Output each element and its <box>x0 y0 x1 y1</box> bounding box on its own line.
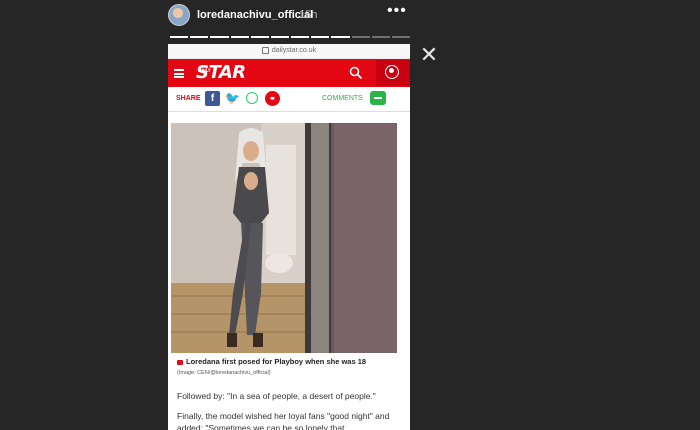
article-paragraph: Finally, the model wished her loyal fans… <box>177 411 390 430</box>
comment-icon[interactable] <box>370 91 386 105</box>
menu-icon[interactable] <box>174 69 184 78</box>
progress-segment <box>270 36 290 38</box>
site-header: DAILY STAR <box>168 59 410 87</box>
photo-credit: (Image: CEN/@loredanachivu_official) <box>177 370 271 376</box>
lock-icon <box>261 46 269 54</box>
progress-segment <box>210 36 229 38</box>
progress-segment <box>311 36 330 38</box>
progress-segment <box>291 36 310 38</box>
browser-url-bar: dailystar.co.uk <box>168 44 410 58</box>
facebook-icon[interactable]: f <box>205 91 220 106</box>
progress-segment <box>190 36 209 38</box>
account-icon <box>385 65 399 79</box>
story-header: loredanachivu_official 15h ••• <box>168 0 411 40</box>
progress-segment <box>250 36 269 38</box>
progress-segment <box>391 36 411 38</box>
photo-caption: Loredana first posed for Playboy when sh… <box>177 357 397 366</box>
article-body: Loredana first posed for Playboy when sh… <box>168 112 410 430</box>
caption-text: Loredana first posed for Playboy when sh… <box>186 357 367 366</box>
more-options-icon[interactable]: ••• <box>387 3 407 19</box>
twitter-icon[interactable]: 🐦 <box>225 91 240 106</box>
search-icon[interactable] <box>349 66 363 80</box>
story-timestamp: 15h <box>299 9 318 21</box>
camera-icon <box>177 359 183 365</box>
link-icon[interactable]: ⚭ <box>265 91 280 106</box>
close-icon[interactable]: ✕ <box>419 44 439 66</box>
site-logo[interactable]: DAILY STAR <box>196 62 246 84</box>
profile-avatar[interactable] <box>168 4 190 26</box>
progress-segment <box>371 36 390 38</box>
logo-small-text: DAILY <box>198 68 211 73</box>
progress-segment <box>170 36 189 38</box>
share-label: SHARE <box>176 95 201 102</box>
progress-segment <box>351 36 370 38</box>
photo-illustration <box>171 123 397 353</box>
progress-segment <box>331 36 350 38</box>
url-text: dailystar.co.uk <box>271 47 317 54</box>
progress-segment <box>230 36 249 38</box>
story-screenshot[interactable]: dailystar.co.uk DAILY STAR SHARE f 🐦 ⚭ C… <box>168 44 410 430</box>
comments-link[interactable]: COMMENTS <box>322 95 363 102</box>
story-progress-bar <box>170 36 411 38</box>
share-bar: SHARE f 🐦 ⚭ COMMENTS <box>168 87 410 112</box>
whatsapp-icon[interactable] <box>245 91 260 106</box>
article-paragraph: Followed by: "In a sea of people, a dese… <box>177 391 376 401</box>
story-username[interactable]: loredanachivu_official <box>197 9 313 21</box>
account-button[interactable] <box>376 60 410 86</box>
article-photo <box>171 123 397 353</box>
